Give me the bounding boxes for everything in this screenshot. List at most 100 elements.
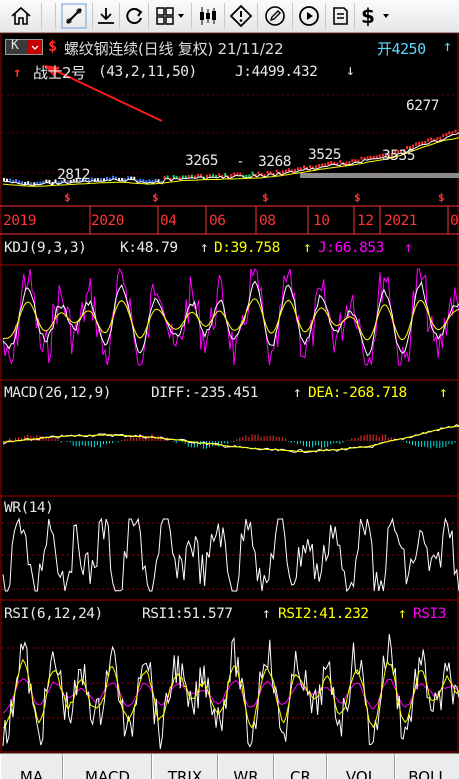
price-dash: - (236, 154, 244, 170)
macd-diff-line (3, 425, 459, 453)
macd-bar (370, 434, 371, 441)
macd-bar (409, 441, 410, 444)
tab-ma[interactable]: MA (0, 754, 63, 779)
rsi2-value: RSI2:41.232 (278, 606, 369, 622)
tab-wr[interactable]: WR (218, 754, 274, 779)
tab-vol[interactable]: VOL (327, 754, 395, 779)
price-candle (252, 172, 254, 175)
price-candle (218, 173, 220, 176)
edit-button[interactable] (258, 3, 293, 29)
price-candle (206, 175, 208, 178)
indicator-params: (43,2,11,50) (98, 64, 197, 80)
macd-bar (103, 441, 104, 444)
wr-title: WR(14) (4, 500, 53, 516)
period-dropdown[interactable] (28, 40, 42, 54)
macd-bar (58, 439, 59, 441)
macd-bar (309, 441, 310, 447)
rsi3-line (3, 679, 459, 713)
macd-bar (112, 441, 113, 443)
price-candle (455, 130, 457, 133)
macd-diff-value: DIFF:-235.451 (151, 385, 258, 401)
macd-bar (418, 441, 419, 447)
tab-trix[interactable]: TRIX (152, 754, 218, 779)
macd-bar (245, 435, 246, 441)
macd-bar (179, 441, 180, 442)
price-label: 3535 (382, 148, 415, 164)
macd-bar (388, 438, 389, 441)
alert-icon (229, 4, 253, 28)
signal-marker: $ (262, 191, 269, 204)
home-button[interactable] (0, 3, 42, 29)
macd-bar (294, 441, 295, 442)
macd-bar (364, 435, 365, 441)
chart-area[interactable]: $ $ $ $ $ K (0, 33, 459, 753)
macd-bar (97, 441, 98, 445)
macd-bar (433, 441, 434, 446)
macd-bar (61, 441, 62, 443)
rsi1-line (3, 634, 459, 749)
macd-bar (379, 437, 380, 441)
draw-line-button[interactable] (56, 3, 93, 29)
tab-boll[interactable]: BOLL (395, 754, 459, 779)
price-label: 3525 (308, 147, 341, 163)
up-arrow-icon: ↑ (443, 37, 452, 55)
rsi3-label: RSI3 (413, 606, 446, 622)
macd-bar (176, 441, 177, 443)
candlestick-button[interactable] (192, 3, 225, 29)
macd-bar (412, 441, 413, 445)
price-candle (442, 134, 444, 137)
macd-bar (133, 437, 134, 441)
macd-bar (333, 441, 334, 443)
macd-bar (270, 436, 271, 441)
download-button[interactable] (93, 3, 120, 29)
toolbar-separator (42, 3, 56, 29)
macd-bar (382, 435, 383, 442)
price-candle (418, 142, 420, 145)
macd-bar (130, 437, 131, 441)
macd-bar (324, 441, 325, 447)
macd-bar (436, 441, 437, 448)
macd-bar (94, 441, 95, 447)
macd-bar (367, 434, 368, 441)
up-arrow-icon: ↑ (303, 240, 311, 256)
macd-bar (209, 441, 210, 448)
macd-bar (439, 441, 440, 448)
layout-grid-button[interactable] (149, 3, 192, 29)
home-icon (9, 4, 33, 28)
macd-bar (12, 440, 13, 441)
up-arrow-icon: ↑ (200, 240, 208, 256)
play-button[interactable] (293, 3, 326, 29)
macd-bar (139, 434, 140, 441)
price-candle (436, 137, 438, 140)
macd-bar (297, 441, 298, 444)
macd-bar (79, 441, 80, 447)
tab-cr[interactable]: CR (274, 754, 327, 779)
price-candle (233, 173, 235, 176)
macd-bar (355, 438, 356, 441)
play-icon (297, 4, 321, 28)
period-selector[interactable]: K (5, 39, 43, 55)
draw-line-icon (61, 3, 87, 29)
kdj-title: KDJ(9,3,3) (4, 240, 86, 256)
tab-macd[interactable]: MACD (63, 754, 152, 779)
price-candle (424, 141, 426, 144)
macd-bar (73, 441, 74, 446)
price-candle (321, 164, 323, 167)
price-candle (376, 155, 378, 158)
macd-bar (415, 441, 416, 446)
price-label: 3265 (185, 153, 218, 169)
down-arrow-icon: ↓ (346, 63, 354, 79)
refresh-button[interactable] (120, 3, 149, 29)
price-candle (448, 132, 450, 135)
macd-bar (330, 441, 331, 444)
macd-bar (242, 437, 243, 441)
macd-bar (406, 441, 407, 443)
alert-button[interactable] (225, 3, 258, 29)
price-candle (451, 131, 453, 134)
macd-bar (136, 438, 137, 441)
up-arrow-icon: ↑ (13, 65, 21, 81)
currency-button[interactable]: $ (355, 3, 397, 29)
notes-button[interactable] (326, 3, 355, 29)
macd-bar (279, 437, 280, 441)
chevron-down-icon (381, 11, 391, 21)
